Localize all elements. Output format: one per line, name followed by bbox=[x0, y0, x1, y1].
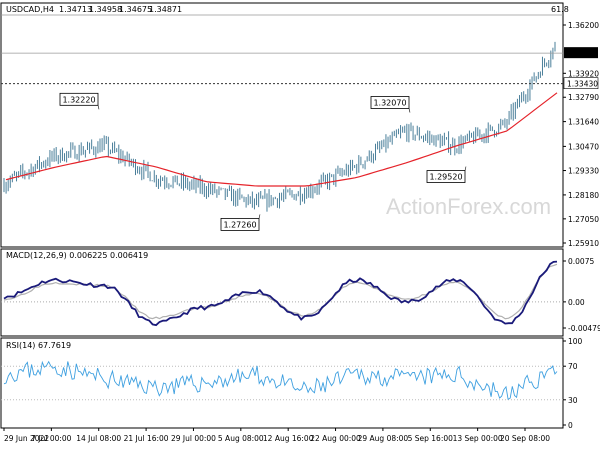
current-price-tag-text: 1.34871 bbox=[567, 49, 598, 58]
price-tick-label: 1.27050 bbox=[568, 215, 599, 224]
annotation-leader bbox=[97, 105, 100, 110]
ohlc-open: 1.34713 bbox=[59, 5, 92, 14]
chart-root: ActionForex.com 1.32220 1.27260 1.32070 1.2… bbox=[0, 0, 600, 450]
macd-label: MACD(12,26,9) 0.006225 0.006419 bbox=[6, 251, 148, 260]
rsi-tick-label: 30 bbox=[568, 396, 578, 405]
chart-svg: ActionForex.com 1.32220 1.27260 1.32070 1.2… bbox=[0, 2, 600, 443]
macd-tick-label: 0.00 bbox=[568, 298, 585, 307]
price-tick-label: 1.29330 bbox=[568, 167, 599, 176]
x-tick-label: 5 Sep 16:00 bbox=[408, 434, 454, 443]
moving-average-line bbox=[5, 92, 558, 187]
annotation-leader bbox=[408, 108, 411, 113]
annotation-leader bbox=[258, 214, 261, 219]
ohlc-high: 1.34958 bbox=[89, 5, 122, 14]
x-tick-label: 12 Aug 16:00 bbox=[263, 434, 314, 443]
price-tick-label: 1.36200 bbox=[568, 21, 599, 30]
price-tick-label: 1.33920 bbox=[568, 69, 599, 78]
level-tag-text: 1.33430 bbox=[567, 80, 598, 89]
rsi-line bbox=[3, 360, 558, 401]
pane-frame bbox=[0, 337, 564, 429]
x-tick-label: 5 Aug 08:00 bbox=[218, 434, 264, 443]
x-tick-label: 20 Sep 08:00 bbox=[500, 434, 550, 443]
price-tick-label: 1.32790 bbox=[568, 93, 599, 102]
symbol-label: USDCAD,H4 bbox=[6, 5, 54, 14]
macd-line bbox=[3, 260, 558, 327]
x-tick-label: 29 Jul 00:00 bbox=[171, 434, 216, 443]
rsi-tick-label: 0 bbox=[568, 421, 573, 430]
annotation-label: 1.27260 bbox=[223, 220, 256, 229]
rsi-tick-label: 100 bbox=[568, 337, 583, 346]
x-tick-label: 14 Jul 08:00 bbox=[76, 434, 121, 443]
rsi-label: RSI(14) 67.7619 bbox=[6, 341, 71, 350]
rsi-tick-label: 70 bbox=[568, 362, 578, 371]
ohlc-low: 1.34675 bbox=[119, 5, 152, 14]
annotation-label: 1.29520 bbox=[429, 173, 462, 182]
price-tick-label: 1.30470 bbox=[568, 142, 599, 151]
x-tick-label: 7 Jul 00:00 bbox=[31, 434, 71, 443]
macd-tick-label: 0.0075 bbox=[568, 257, 594, 266]
watermark: ActionForex.com bbox=[386, 194, 551, 219]
pane-frame bbox=[0, 248, 564, 337]
price-tick-label: 1.28180 bbox=[568, 191, 599, 200]
annotation-leader bbox=[464, 166, 467, 171]
x-tick-label: 22 Aug 00:00 bbox=[310, 434, 361, 443]
macd-tick-label: -0.004795 bbox=[568, 324, 600, 333]
ohlc-close: 1.34871 bbox=[149, 5, 182, 14]
x-tick-label: 21 Jul 16:00 bbox=[124, 434, 169, 443]
annotation-label: 1.32070 bbox=[373, 98, 406, 107]
fib-level-label: 61.8 bbox=[551, 5, 569, 14]
x-tick-label: 29 Aug 08:00 bbox=[358, 434, 409, 443]
price-tick-label: 1.31640 bbox=[568, 118, 599, 127]
annotation-label: 1.32220 bbox=[62, 95, 95, 104]
x-tick-label: 13 Sep 00:00 bbox=[453, 434, 503, 443]
price-tick-label: 1.25910 bbox=[568, 239, 599, 248]
